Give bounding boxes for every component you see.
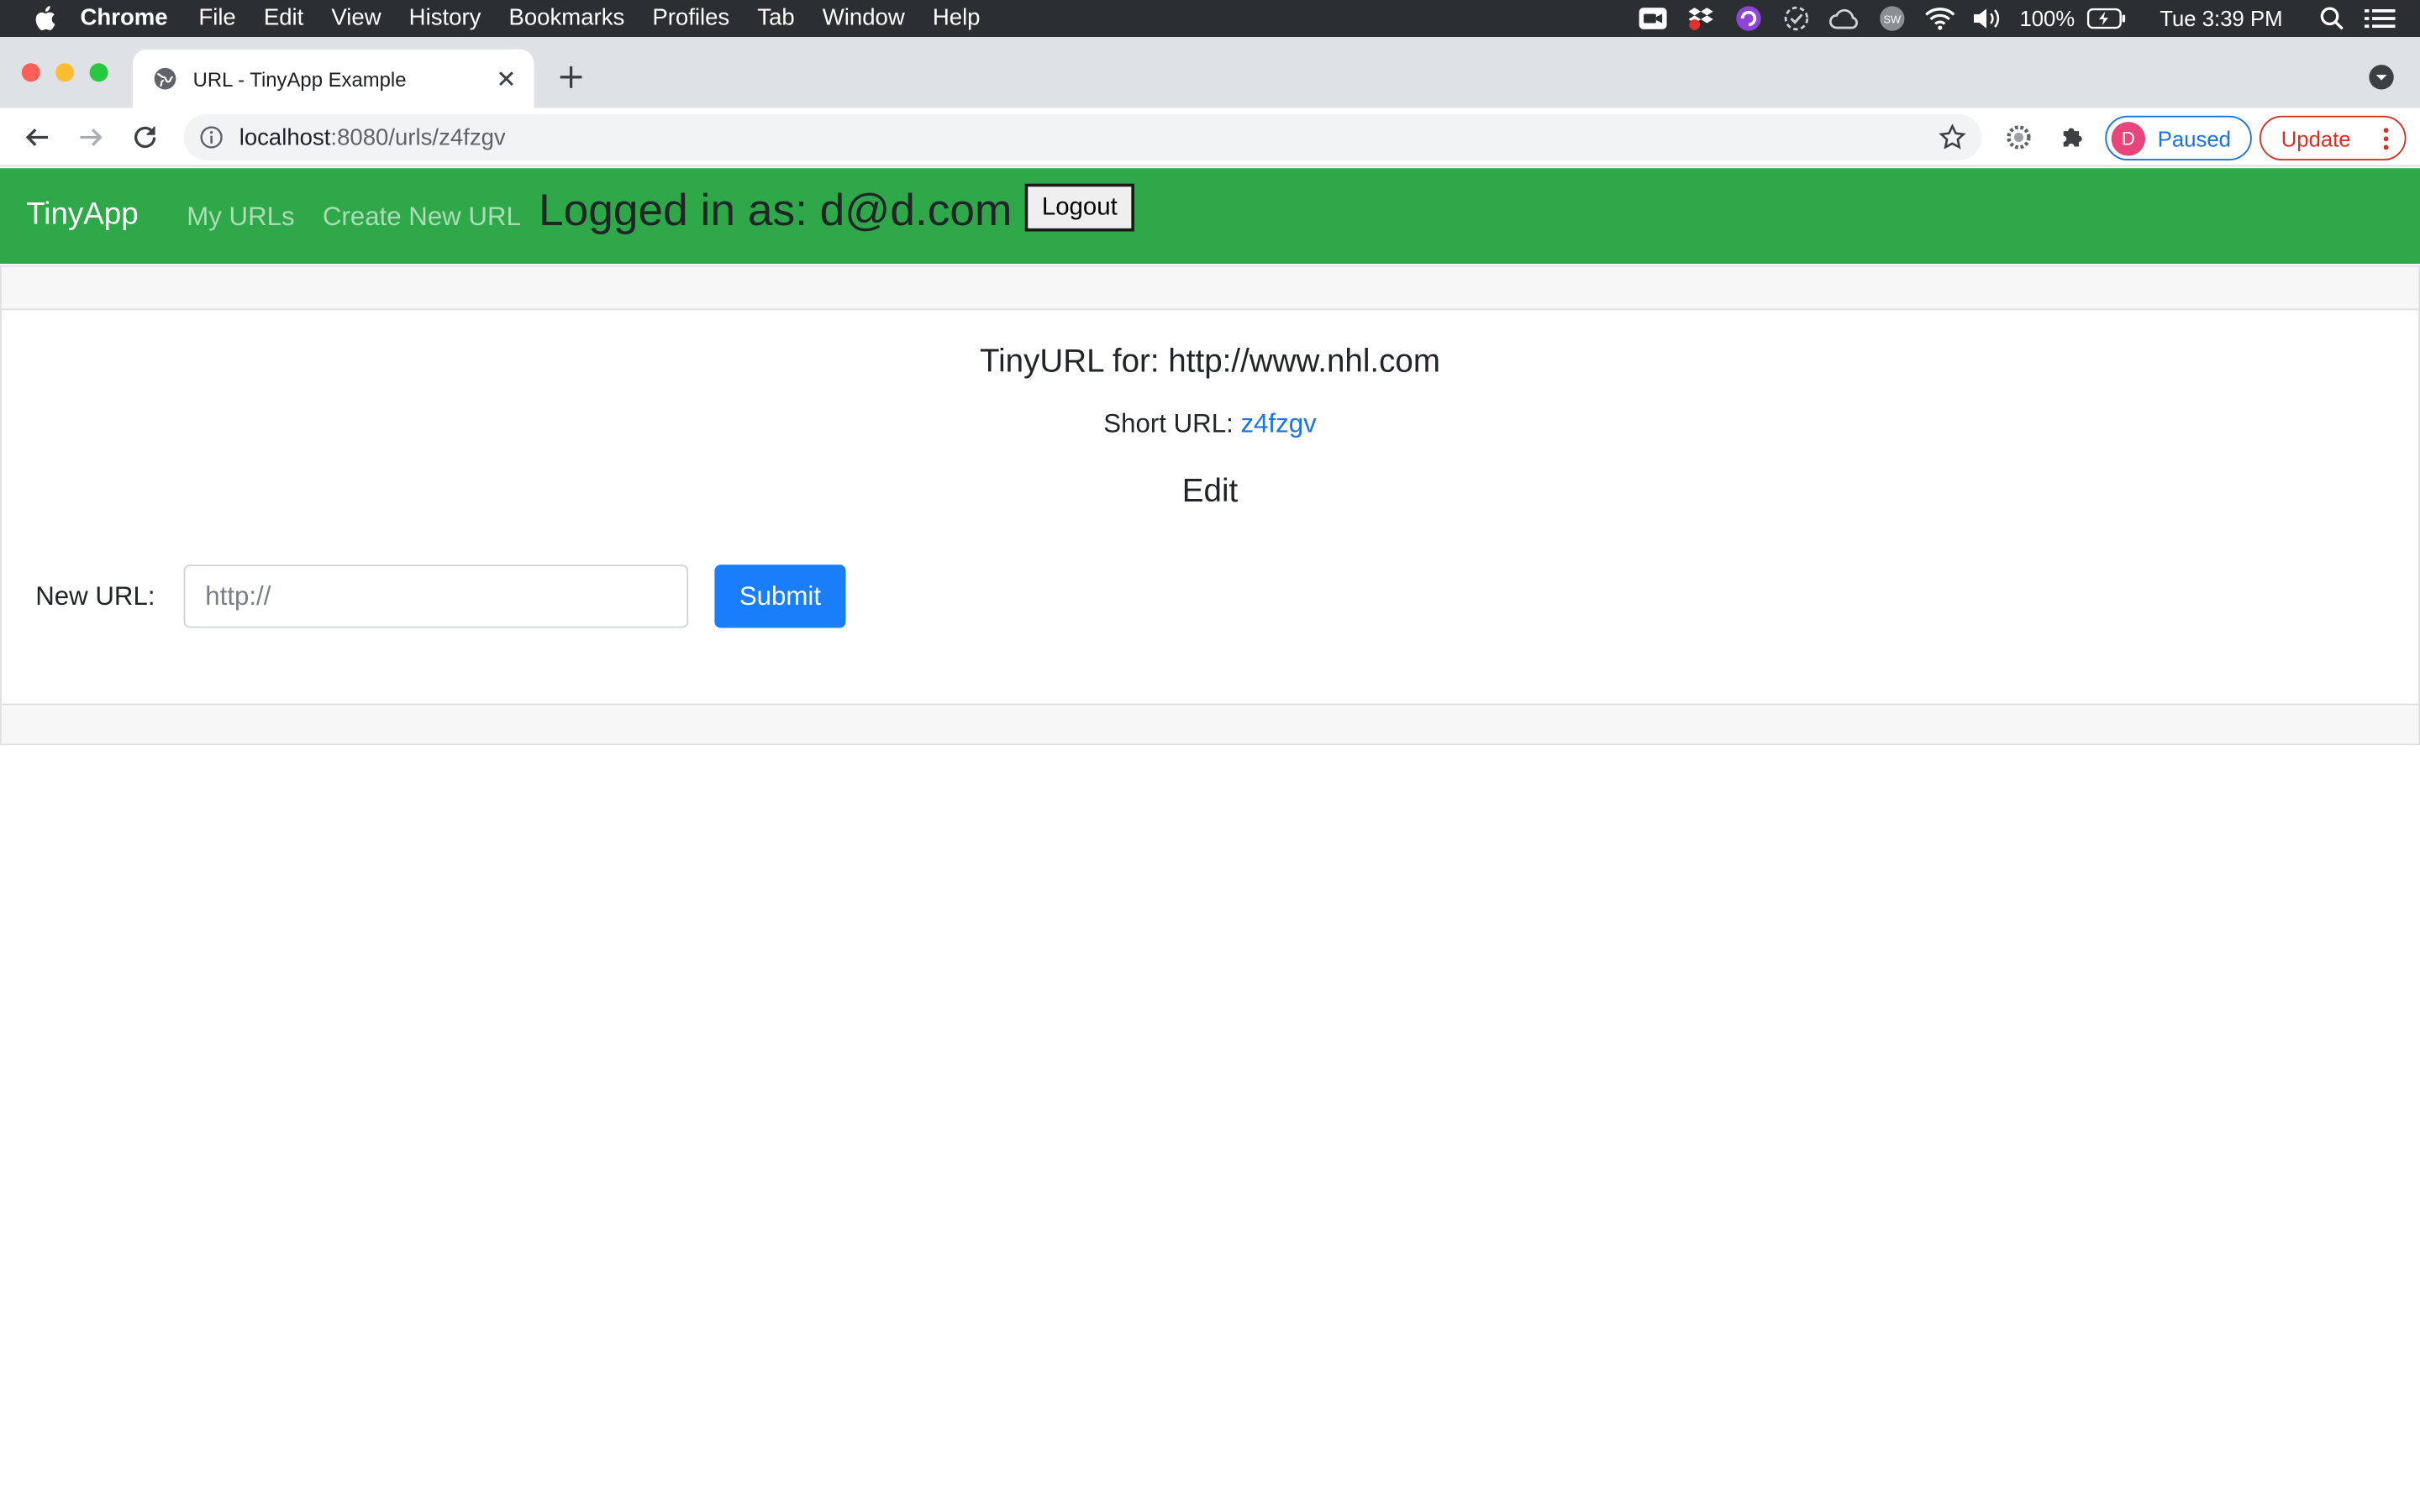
- macos-menu-bar: Chrome File Edit View History Bookmarks …: [0, 0, 2420, 38]
- dropbox-icon[interactable]: [1685, 5, 1716, 33]
- logged-in-status: Logged in as: d@d.com: [539, 186, 1013, 237]
- menu-file[interactable]: File: [198, 0, 235, 37]
- svg-text:SW: SW: [1883, 13, 1902, 26]
- menu-app-name[interactable]: Chrome: [81, 0, 168, 37]
- new-url-label: New URL:: [35, 581, 155, 612]
- card-footer: [1, 703, 2419, 744]
- menu-edit[interactable]: Edit: [264, 0, 303, 37]
- menu-history[interactable]: History: [409, 0, 481, 37]
- menu-clock[interactable]: Tue 3:39 PM: [2160, 6, 2282, 30]
- site-navbar: TinyApp My URLs Create New URL Logged in…: [0, 168, 2420, 265]
- nav-create-new-url[interactable]: Create New URL: [323, 202, 521, 234]
- menu-window[interactable]: Window: [823, 0, 905, 37]
- site-info-icon[interactable]: [199, 125, 224, 150]
- address-bar[interactable]: localhost:8080/urls/z4fzgv: [183, 113, 1982, 161]
- sw-icon[interactable]: SW: [1876, 5, 1907, 33]
- battery-icon[interactable]: [2087, 5, 2128, 33]
- screen: Chrome File Edit View History Bookmarks …: [0, 0, 2420, 1512]
- extension-gear-icon[interactable]: [2003, 122, 2034, 153]
- new-tab-plus-icon[interactable]: [555, 61, 587, 92]
- short-url-label: Short URL:: [1103, 408, 1234, 438]
- brand-link[interactable]: TinyApp: [26, 197, 138, 233]
- url-card: TinyURL for: http://www.nhl.com Short UR…: [0, 265, 2420, 746]
- short-url-link[interactable]: z4fzgv: [1240, 409, 1316, 438]
- globe-icon: [153, 66, 177, 91]
- bookmark-star-icon[interactable]: [1939, 123, 1966, 151]
- browser-tab[interactable]: URL - TinyApp Example: [132, 49, 534, 108]
- sync-app-icon[interactable]: [1733, 5, 1764, 33]
- url-host: localhost: [239, 123, 331, 151]
- volume-icon[interactable]: [1972, 5, 2003, 33]
- zoom-icon[interactable]: [1637, 5, 1668, 33]
- forward-arrow-icon[interactable]: [76, 122, 107, 153]
- menu-help[interactable]: Help: [933, 0, 981, 37]
- menu-profiles[interactable]: Profiles: [652, 0, 729, 37]
- spotlight-search-icon[interactable]: [2317, 5, 2348, 33]
- profile-status-label: Paused: [2157, 125, 2231, 151]
- short-url-line: Short URL: z4fzgv: [2, 409, 2418, 440]
- window-close-button[interactable]: [21, 63, 40, 82]
- tinyurl-title: TinyURL for: http://www.nhl.com: [979, 344, 1441, 380]
- more-vertical-icon[interactable]: [2381, 127, 2391, 151]
- profile-avatar: D: [2111, 121, 2146, 155]
- creative-cloud-icon[interactable]: [1828, 5, 1860, 33]
- submit-button[interactable]: Submit: [714, 564, 846, 628]
- new-url-input[interactable]: [183, 564, 689, 628]
- tab-close-icon[interactable]: [496, 68, 518, 90]
- tab-title: URL - TinyApp Example: [192, 66, 407, 91]
- control-center-icon[interactable]: [2364, 5, 2396, 33]
- url-text[interactable]: localhost:8080/urls/z4fzgv: [239, 124, 506, 150]
- menu-bookmarks[interactable]: Bookmarks: [508, 0, 624, 37]
- profile-paused-button[interactable]: D Paused: [2105, 115, 2252, 161]
- nav-my-urls[interactable]: My URLs: [187, 202, 294, 234]
- apple-menu-icon[interactable]: [31, 3, 62, 34]
- wifi-icon[interactable]: [1924, 5, 1955, 33]
- browser-toolbar: localhost:8080/urls/z4fzgv D Paused Upda…: [0, 108, 2420, 167]
- url-path: :8080/urls/z4fzgv: [330, 123, 506, 151]
- update-button[interactable]: Update: [2259, 115, 2407, 161]
- menu-tab[interactable]: Tab: [757, 0, 794, 37]
- card-header: [1, 266, 2419, 311]
- reload-icon[interactable]: [129, 122, 160, 153]
- status-area: SW 100% Tue 3:39 PM: [1637, 0, 2420, 37]
- edit-heading: Edit: [1181, 473, 1239, 510]
- back-arrow-icon[interactable]: [22, 122, 53, 153]
- tab-search-chevron-icon[interactable]: [2368, 63, 2396, 91]
- web-page: TinyApp My URLs Create New URL Logged in…: [0, 168, 2420, 1512]
- battery-percent: 100%: [2019, 6, 2075, 31]
- card-body: TinyURL for: http://www.nhl.com Short UR…: [2, 310, 2418, 703]
- task-check-icon[interactable]: [1781, 5, 1812, 33]
- window-zoom-button[interactable]: [89, 63, 108, 82]
- extensions-puzzle-icon[interactable]: [2057, 122, 2088, 153]
- logout-button[interactable]: Logout: [1024, 183, 1134, 232]
- menu-view[interactable]: View: [331, 0, 381, 37]
- window-minimize-button[interactable]: [55, 63, 75, 82]
- update-label: Update: [2281, 125, 2351, 151]
